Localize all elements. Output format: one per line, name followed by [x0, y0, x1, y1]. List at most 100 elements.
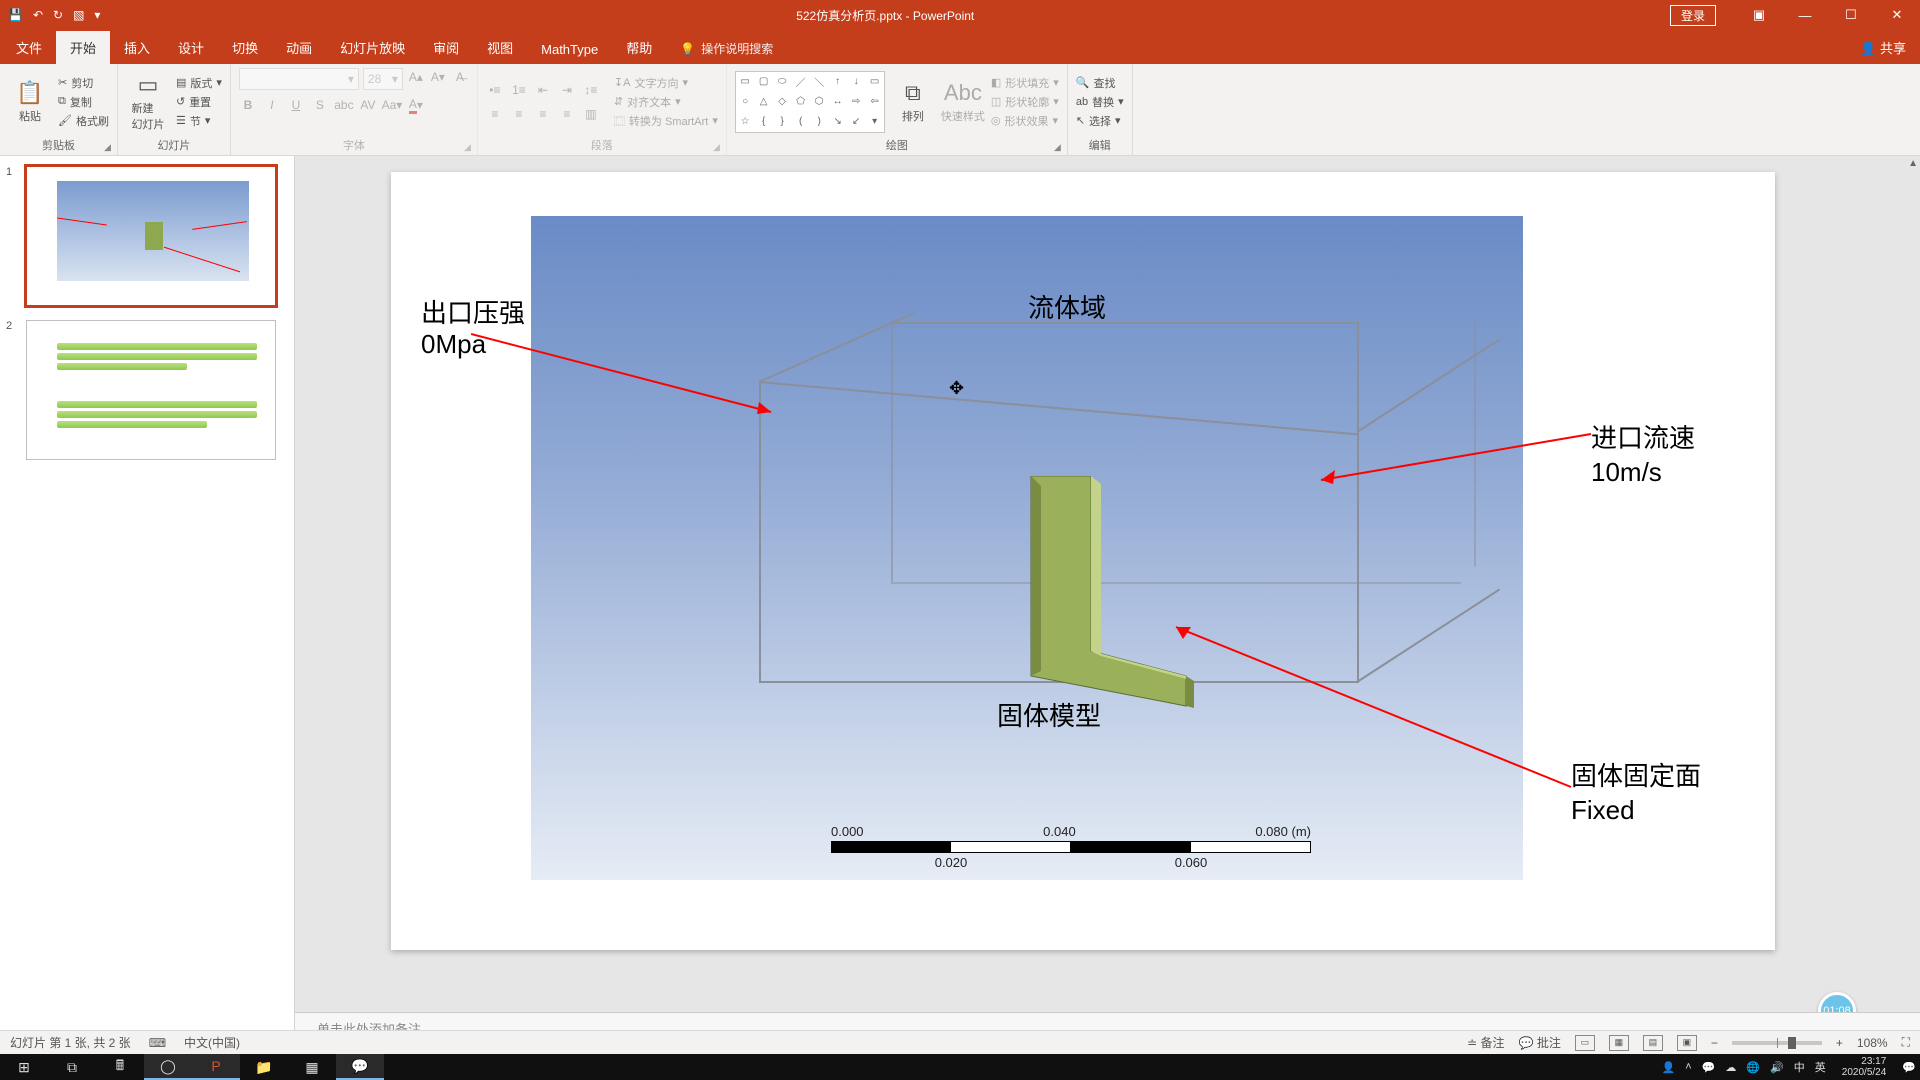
zoom-slider[interactable] [1732, 1041, 1822, 1045]
onedrive-icon[interactable]: ☁ [1725, 1061, 1736, 1074]
maximize-icon[interactable]: ☐ [1828, 7, 1874, 23]
quick-styles-button[interactable]: Abc快速样式 [941, 71, 985, 133]
slide-thumbnail-panel[interactable]: 1 2 [0, 156, 295, 1042]
change-case-icon[interactable]: Aa▾ [383, 96, 401, 114]
tab-view[interactable]: 视图 [473, 31, 527, 64]
paste-button[interactable]: 📋粘贴 [8, 71, 52, 133]
shapes-gallery[interactable]: ▭▢⬭／＼↑↓▭ ○△◇⬠⬡↔⇨⇦ ☆{}()↘↙▾ [735, 71, 885, 133]
comments-toggle[interactable]: 💬 批注 [1519, 1034, 1561, 1051]
calculator-icon[interactable]: 🖩 [96, 1054, 144, 1080]
tab-design[interactable]: 设计 [164, 31, 218, 64]
tab-review[interactable]: 审阅 [419, 31, 473, 64]
reading-view-icon[interactable]: ▤ [1643, 1035, 1663, 1051]
spellcheck-icon[interactable]: ⌨ [149, 1036, 166, 1050]
people-icon[interactable]: 👤 [1662, 1061, 1676, 1074]
select-button[interactable]: ↖选择 ▾ [1076, 113, 1124, 129]
italic-icon[interactable]: I [263, 96, 281, 114]
tab-file[interactable]: 文件 [2, 31, 56, 64]
powerpoint-icon[interactable]: P [192, 1054, 240, 1080]
action-center-icon[interactable]: 💬 [1902, 1061, 1916, 1074]
tab-help[interactable]: 帮助 [612, 31, 666, 64]
numbering-icon[interactable]: 1≡ [510, 81, 528, 99]
strikethrough-icon[interactable]: S [311, 96, 329, 114]
start-button[interactable]: ⊞ [0, 1054, 48, 1080]
vertical-scrollbar[interactable]: ▲ ▼ [1902, 156, 1920, 1042]
slide-thumb-1[interactable]: 1 [10, 166, 284, 306]
slide-counter[interactable]: 幻灯片 第 1 张, 共 2 张 [10, 1034, 131, 1051]
cut-button[interactable]: ✂剪切 [58, 75, 109, 91]
ime-indicator-2[interactable]: 英 [1815, 1059, 1826, 1075]
font-name-combo[interactable]: ▾ [239, 68, 359, 90]
fit-to-window-icon[interactable]: ⛶ [1902, 1035, 1910, 1050]
tab-animations[interactable]: 动画 [272, 31, 326, 64]
decrease-font-icon[interactable]: A▾ [429, 68, 447, 86]
font-size-combo[interactable]: 28▾ [363, 68, 403, 90]
share-button[interactable]: 👤 共享 [1846, 31, 1920, 64]
convert-smartart-button[interactable]: ⿴转换为 SmartArt ▾ [614, 113, 718, 129]
drawing-launcher-icon[interactable]: ◢ [1054, 142, 1061, 153]
slide-editor[interactable]: 流体域 固体模型 ✥ 0.000 0.040 0.080 (m) [295, 156, 1920, 1042]
new-slide-button[interactable]: ▭新建 幻灯片 [126, 71, 170, 133]
minimize-icon[interactable]: — [1782, 8, 1828, 23]
shape-effects-button[interactable]: ◎形状效果 ▾ [991, 113, 1059, 129]
underline-icon[interactable]: U [287, 96, 305, 114]
clock[interactable]: 23:172020/5/24 [1836, 1056, 1893, 1078]
volume-icon[interactable]: 🔊 [1770, 1061, 1784, 1074]
network-icon[interactable]: 🌐 [1746, 1061, 1760, 1074]
start-from-beginning-icon[interactable]: ▧ [73, 8, 84, 22]
tab-transitions[interactable]: 切换 [218, 31, 272, 64]
align-text-button[interactable]: ⇵对齐文本 ▾ [614, 94, 718, 110]
slide-canvas[interactable]: 流体域 固体模型 ✥ 0.000 0.040 0.080 (m) [391, 172, 1775, 950]
tray-app-icon[interactable]: 💬 [1702, 1061, 1716, 1074]
shape-outline-button[interactable]: ◫形状轮廓 ▾ [991, 94, 1059, 110]
slide-thumb-2[interactable]: 2 [10, 320, 284, 460]
shape-fill-button[interactable]: ◧形状填充 ▾ [991, 75, 1059, 91]
undo-icon[interactable]: ↶ [33, 8, 43, 22]
wechat-icon[interactable]: 💬 [336, 1054, 384, 1080]
task-view-icon[interactable]: ⧉ [48, 1054, 96, 1080]
normal-view-icon[interactable]: ▭ [1575, 1035, 1595, 1051]
language-indicator[interactable]: 中文(中国) [184, 1034, 240, 1051]
layout-button[interactable]: ▤版式 ▾ [176, 75, 222, 91]
font-color-icon[interactable]: A▾ [407, 96, 425, 114]
tab-mathtype[interactable]: MathType [527, 35, 612, 64]
find-button[interactable]: 🔍查找 [1076, 75, 1124, 91]
file-explorer-icon[interactable]: 📁 [240, 1054, 288, 1080]
justify-icon[interactable]: ≡ [558, 105, 576, 123]
zoom-in-icon[interactable]: + [1836, 1036, 1843, 1050]
align-right-icon[interactable]: ≡ [534, 105, 552, 123]
ime-indicator-1[interactable]: 中 [1794, 1059, 1805, 1075]
format-painter-button[interactable]: 🖌格式刷 [58, 113, 109, 129]
char-spacing-icon[interactable]: AV [359, 96, 377, 114]
line-spacing-icon[interactable]: ↕≡ [582, 81, 600, 99]
clipboard-launcher-icon[interactable]: ◢ [104, 142, 111, 153]
scroll-up-icon[interactable]: ▲ [1908, 158, 1918, 169]
arrange-button[interactable]: ⧉排列 [891, 71, 935, 133]
save-icon[interactable]: 💾 [8, 8, 23, 22]
tab-slideshow[interactable]: 幻灯片放映 [326, 31, 419, 64]
align-center-icon[interactable]: ≡ [510, 105, 528, 123]
zoom-level[interactable]: 108% [1857, 1036, 1888, 1050]
increase-indent-icon[interactable]: ⇥ [558, 81, 576, 99]
redo-icon[interactable]: ↻ [53, 8, 63, 22]
align-left-icon[interactable]: ≡ [486, 105, 504, 123]
clear-formatting-icon[interactable]: A̶ [451, 68, 469, 86]
columns-icon[interactable]: ▥ [582, 105, 600, 123]
slideshow-view-icon[interactable]: ▣ [1677, 1035, 1697, 1051]
notes-toggle[interactable]: ≐ 备注 [1467, 1034, 1504, 1051]
reset-button[interactable]: ↺重置 [176, 94, 222, 110]
chrome-icon[interactable]: ◯ [144, 1054, 192, 1080]
signin-button[interactable]: 登录 [1670, 5, 1716, 26]
decrease-indent-icon[interactable]: ⇤ [534, 81, 552, 99]
tab-home[interactable]: 开始 [56, 31, 110, 64]
font-launcher-icon[interactable]: ◢ [464, 142, 471, 153]
bullets-icon[interactable]: •≡ [486, 81, 504, 99]
tell-me-search[interactable]: 💡操作说明搜索 [666, 33, 787, 64]
sorter-view-icon[interactable]: ▦ [1609, 1035, 1629, 1051]
paragraph-launcher-icon[interactable]: ◢ [713, 142, 720, 153]
text-shadow-icon[interactable]: abc [335, 96, 353, 114]
close-icon[interactable]: ✕ [1874, 7, 1920, 23]
ribbon-display-options-icon[interactable]: ▣ [1736, 7, 1782, 23]
app-icon[interactable]: ▦ [288, 1054, 336, 1080]
tab-insert[interactable]: 插入 [110, 31, 164, 64]
